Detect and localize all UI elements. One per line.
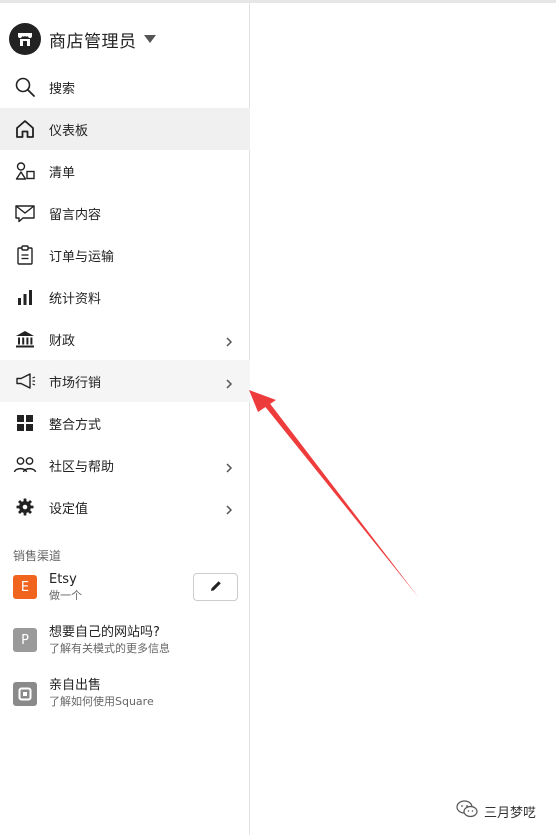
- watermark: 三月梦呓: [456, 800, 536, 822]
- watermark-text: 三月梦呓: [484, 805, 537, 821]
- wechat-icon: [456, 800, 478, 822]
- annotation-arrow-shaft: [263, 401, 419, 598]
- annotation-arrow: [249, 390, 419, 598]
